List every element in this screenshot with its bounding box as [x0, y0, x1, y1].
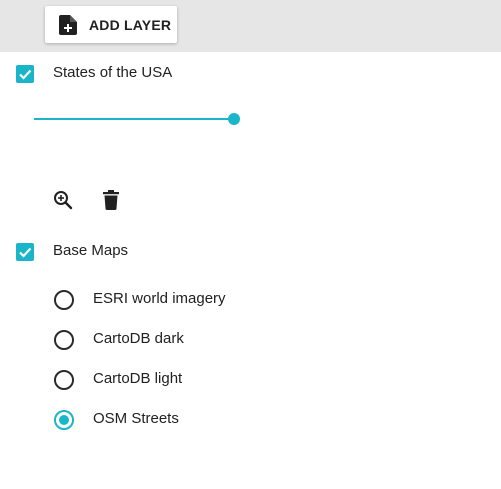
- radio-cartodb-light[interactable]: [54, 370, 74, 390]
- radio-osm-streets[interactable]: [54, 410, 74, 430]
- add-layer-label: ADD LAYER: [89, 16, 172, 33]
- base-map-label: ESRI world imagery: [93, 290, 226, 307]
- checkmark-icon: [19, 247, 32, 258]
- slider-track: [34, 118, 234, 120]
- base-map-label: CartoDB light: [93, 370, 183, 387]
- add-layer-button[interactable]: ADD LAYER: [45, 6, 177, 43]
- base-maps-checkbox[interactable]: [16, 243, 34, 261]
- add-file-icon: [59, 14, 77, 35]
- layer-opacity-slider[interactable]: [34, 110, 242, 128]
- radio-esri-world-imagery[interactable]: [54, 290, 74, 310]
- zoom-to-layer-button[interactable]: [51, 188, 75, 212]
- layer-visibility-checkbox[interactable]: [16, 65, 34, 83]
- layer-name: States of the USA: [53, 64, 173, 81]
- checkmark-icon: [19, 69, 32, 80]
- base-map-label: OSM Streets: [93, 410, 179, 427]
- delete-layer-button[interactable]: [99, 188, 123, 212]
- radio-cartodb-dark[interactable]: [54, 330, 74, 350]
- base-maps-title: Base Maps: [53, 242, 129, 259]
- base-map-label: CartoDB dark: [93, 330, 184, 347]
- toolbar: ADD LAYER: [0, 0, 501, 52]
- slider-thumb[interactable]: [228, 113, 240, 125]
- zoom-in-icon: [54, 191, 73, 210]
- trash-icon: [103, 190, 119, 210]
- radio-selected-dot: [59, 415, 69, 425]
